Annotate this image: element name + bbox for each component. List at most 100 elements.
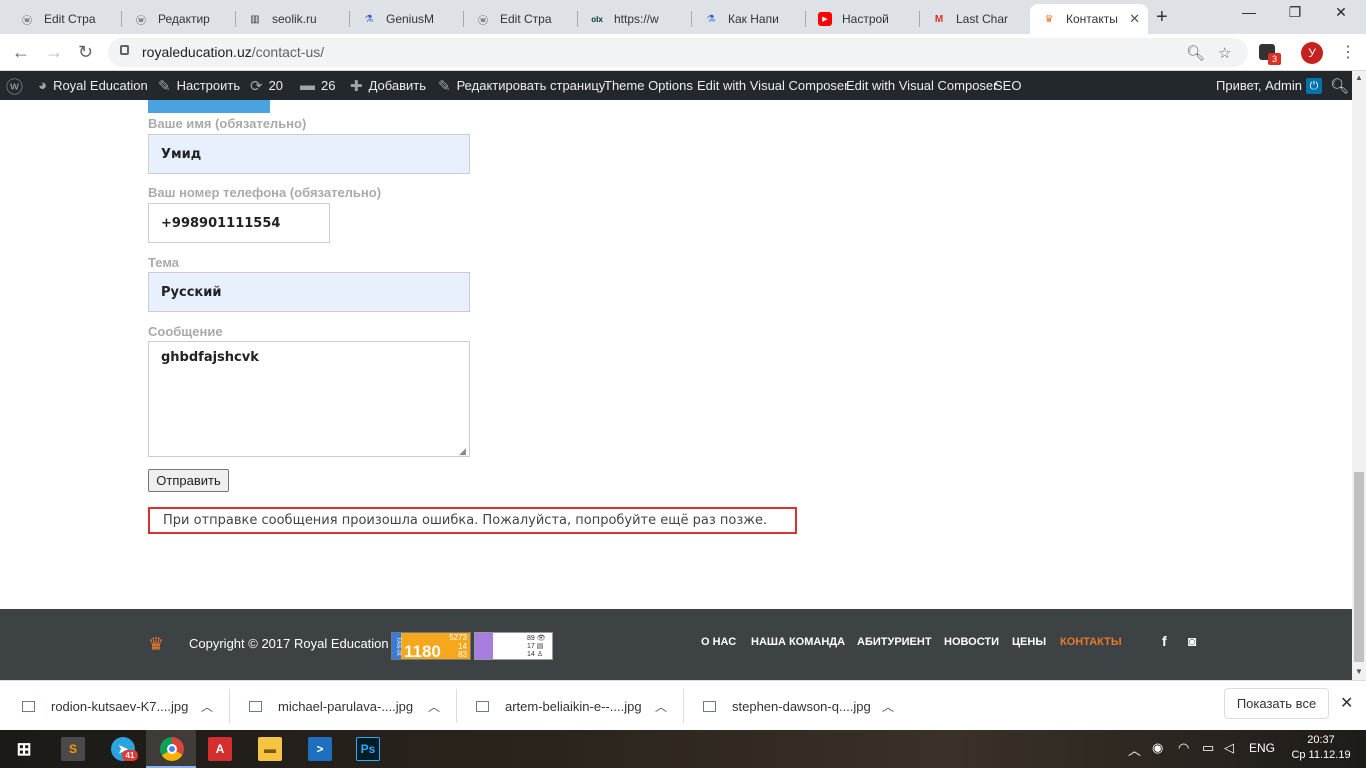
photoshop-icon[interactable]: Ps xyxy=(356,737,380,761)
new-tab-button[interactable]: + xyxy=(1156,6,1168,29)
speaker-icon[interactable]: ◁ xyxy=(1224,740,1234,756)
adminbar-site-name[interactable]: ◕ Royal Education xyxy=(38,71,148,100)
zoom-icon[interactable]: 🔍︎ xyxy=(1186,44,1205,62)
lock-icon xyxy=(120,45,129,55)
counter-line: 83 xyxy=(458,650,467,659)
download-item[interactable]: rodion-kutsaev-K7....jpg ︿ xyxy=(0,681,230,731)
chevron-up-icon[interactable]: ︿ xyxy=(882,698,894,715)
tray-overflow-chevron-icon[interactable]: ︿ xyxy=(1128,740,1141,759)
wp-logo-icon[interactable]: ⓦ xyxy=(6,71,29,100)
footer-nav-applicant[interactable]: АБИТУРИЕНТ xyxy=(857,636,932,648)
language-indicator[interactable]: ENG xyxy=(1249,741,1275,755)
clock-time: 20:37 xyxy=(1307,734,1335,746)
tab-6[interactable]: ⚗ Как Напи xyxy=(692,4,806,34)
maximize-button[interactable]: ❐ xyxy=(1272,4,1318,21)
adminbar-theme-options[interactable]: Theme Options xyxy=(604,71,693,100)
download-filename: rodion-kutsaev-K7....jpg xyxy=(51,698,189,714)
chevron-up-icon[interactable]: ︿ xyxy=(428,698,440,715)
adminbar-add-new[interactable]: ✚ Добавить xyxy=(350,71,426,100)
tab-0[interactable]: ⓦ Edit Стра xyxy=(8,4,122,34)
telegram-badge: 41 xyxy=(122,750,138,761)
tasix-counter-widget[interactable]: TAS-IX 1180 5273 14 83 xyxy=(391,632,471,661)
image-file-icon xyxy=(703,700,716,712)
wordpress-icon: ⓦ xyxy=(136,15,146,27)
counter-line: 89 👁 xyxy=(527,635,546,642)
name-input[interactable]: Умид xyxy=(148,134,470,174)
adminbar-comments[interactable]: ▬ 26 xyxy=(300,71,335,100)
back-button[interactable]: ← xyxy=(12,42,30,63)
tab-8[interactable]: M Last Char xyxy=(920,4,1030,34)
tab-title: https://w xyxy=(614,12,659,26)
close-shelf-icon[interactable]: ✕ xyxy=(1340,693,1353,713)
tab-3[interactable]: ⚗ GeniusM xyxy=(350,4,464,34)
acrobat-icon[interactable]: A xyxy=(208,737,232,761)
error-message: При отправке сообщения произошла ошибка.… xyxy=(148,507,797,534)
download-filename: artem-beliaikin-e--....jpg xyxy=(505,698,642,714)
sublime-text-icon[interactable]: S xyxy=(61,737,85,761)
phone-input[interactable]: +998901111554 xyxy=(148,203,330,243)
tab-title: GeniusM xyxy=(386,12,435,26)
name-label: Ваше имя (обязательно) xyxy=(148,116,307,131)
download-item[interactable]: artem-beliaikin-e--....jpg ︿ xyxy=(454,681,684,731)
tab-9-active[interactable]: ♛ Контакты ✕ xyxy=(1030,4,1148,34)
forward-button[interactable]: → xyxy=(45,42,63,63)
file-explorer-icon[interactable]: ▬ xyxy=(258,737,282,761)
scrollbar-thumb[interactable] xyxy=(1354,472,1364,662)
instagram-icon[interactable]: ◙ xyxy=(1188,633,1196,649)
windows-start-icon[interactable]: ⊞ xyxy=(12,737,36,761)
chevron-up-icon[interactable]: ︿ xyxy=(655,698,667,715)
chevron-up-icon[interactable]: ︿ xyxy=(201,698,213,715)
battery-icon[interactable]: ▭ xyxy=(1202,740,1214,756)
close-tab-icon[interactable]: ✕ xyxy=(1129,11,1140,27)
site-name-label: Royal Education xyxy=(53,78,148,93)
tab-7[interactable]: ▶ Настрой xyxy=(806,4,920,34)
reload-button[interactable]: ↻ xyxy=(78,42,93,63)
tab-4[interactable]: ⓦ Edit Стра xyxy=(464,4,578,34)
download-item[interactable]: michael-parulava-....jpg ︿ xyxy=(227,681,457,731)
crown-logo-icon[interactable]: ♛ xyxy=(148,634,164,655)
taskbar-clock[interactable]: 20:37 Ср 11.12.19 xyxy=(1290,733,1352,763)
scroll-up-arrow-icon[interactable]: ▲ xyxy=(1355,73,1363,82)
show-all-downloads-button[interactable]: Показать все xyxy=(1224,688,1329,719)
facebook-icon[interactable]: f xyxy=(1162,633,1167,649)
submit-button[interactable]: Отправить xyxy=(148,469,229,492)
url-path: /contact-us/ xyxy=(251,44,325,60)
tray-clock-icon[interactable]: ◉ xyxy=(1152,740,1163,756)
adminbar-edit-page[interactable]: ✎ Редактировать страницу xyxy=(438,71,605,100)
adminbar-seo[interactable]: SEO xyxy=(994,71,1021,100)
tab-5[interactable]: olx https://w xyxy=(578,4,692,34)
adminbar-updates[interactable]: ⟳ 20 xyxy=(250,71,283,100)
profile-avatar[interactable]: У xyxy=(1301,42,1323,64)
subject-input[interactable]: Русский xyxy=(148,272,470,312)
adminbar-edit-vc-2[interactable]: Edit with Visual Composer xyxy=(846,71,998,100)
footer-nav-team[interactable]: НАША КОМАНДА xyxy=(751,636,845,648)
minimize-button[interactable]: — xyxy=(1226,4,1272,20)
stats-counter-widget[interactable]: 89 👁 17 ▤ 14 ♙ xyxy=(474,632,553,660)
close-window-button[interactable]: ✕ xyxy=(1318,4,1364,21)
download-item[interactable]: stephen-dawson-q....jpg ︿ xyxy=(681,681,911,731)
bookmark-star-icon[interactable]: ☆ xyxy=(1218,44,1231,62)
comment-icon: ▬ xyxy=(300,77,315,94)
tab-2[interactable]: ▥ seolik.ru xyxy=(236,4,350,34)
adminbar-search-icon[interactable]: 🔍︎ xyxy=(1330,71,1349,100)
tab-1[interactable]: ⓦ Редактир xyxy=(122,4,236,34)
adminbar-customize[interactable]: ✎ Настроить xyxy=(158,71,240,100)
footer-nav-prices[interactable]: ЦЕНЫ xyxy=(1012,636,1046,648)
footer-nav-contacts[interactable]: КОНТАКТЫ xyxy=(1060,636,1122,648)
address-bar[interactable]: royaleducation.uz/contact-us/ 🔍︎ ☆ xyxy=(108,38,1248,67)
powershell-icon[interactable]: > xyxy=(308,737,332,761)
adminbar-account[interactable]: Привет, Admin ⏻ xyxy=(1216,71,1322,100)
menu-kebab-icon[interactable]: ⋮ xyxy=(1340,42,1356,62)
counter-line: 5273 xyxy=(449,633,467,642)
footer-nav-about[interactable]: О НАС xyxy=(701,636,736,648)
adminbar-edit-vc-1[interactable]: Edit with Visual Composer xyxy=(697,71,849,100)
resize-handle-icon[interactable]: ◢ xyxy=(459,446,466,457)
image-file-icon xyxy=(22,700,35,712)
chrome-icon[interactable] xyxy=(160,737,184,761)
footer-nav-news[interactable]: НОВОСТИ xyxy=(944,636,999,648)
counter-big-value: 1180 xyxy=(404,642,441,661)
wifi-icon[interactable]: ◠ xyxy=(1178,740,1189,756)
crown-icon: ♛ xyxy=(1044,13,1054,25)
scroll-down-arrow-icon[interactable]: ▼ xyxy=(1355,667,1363,676)
message-textarea[interactable]: ghbdfajshcvk xyxy=(148,341,470,457)
